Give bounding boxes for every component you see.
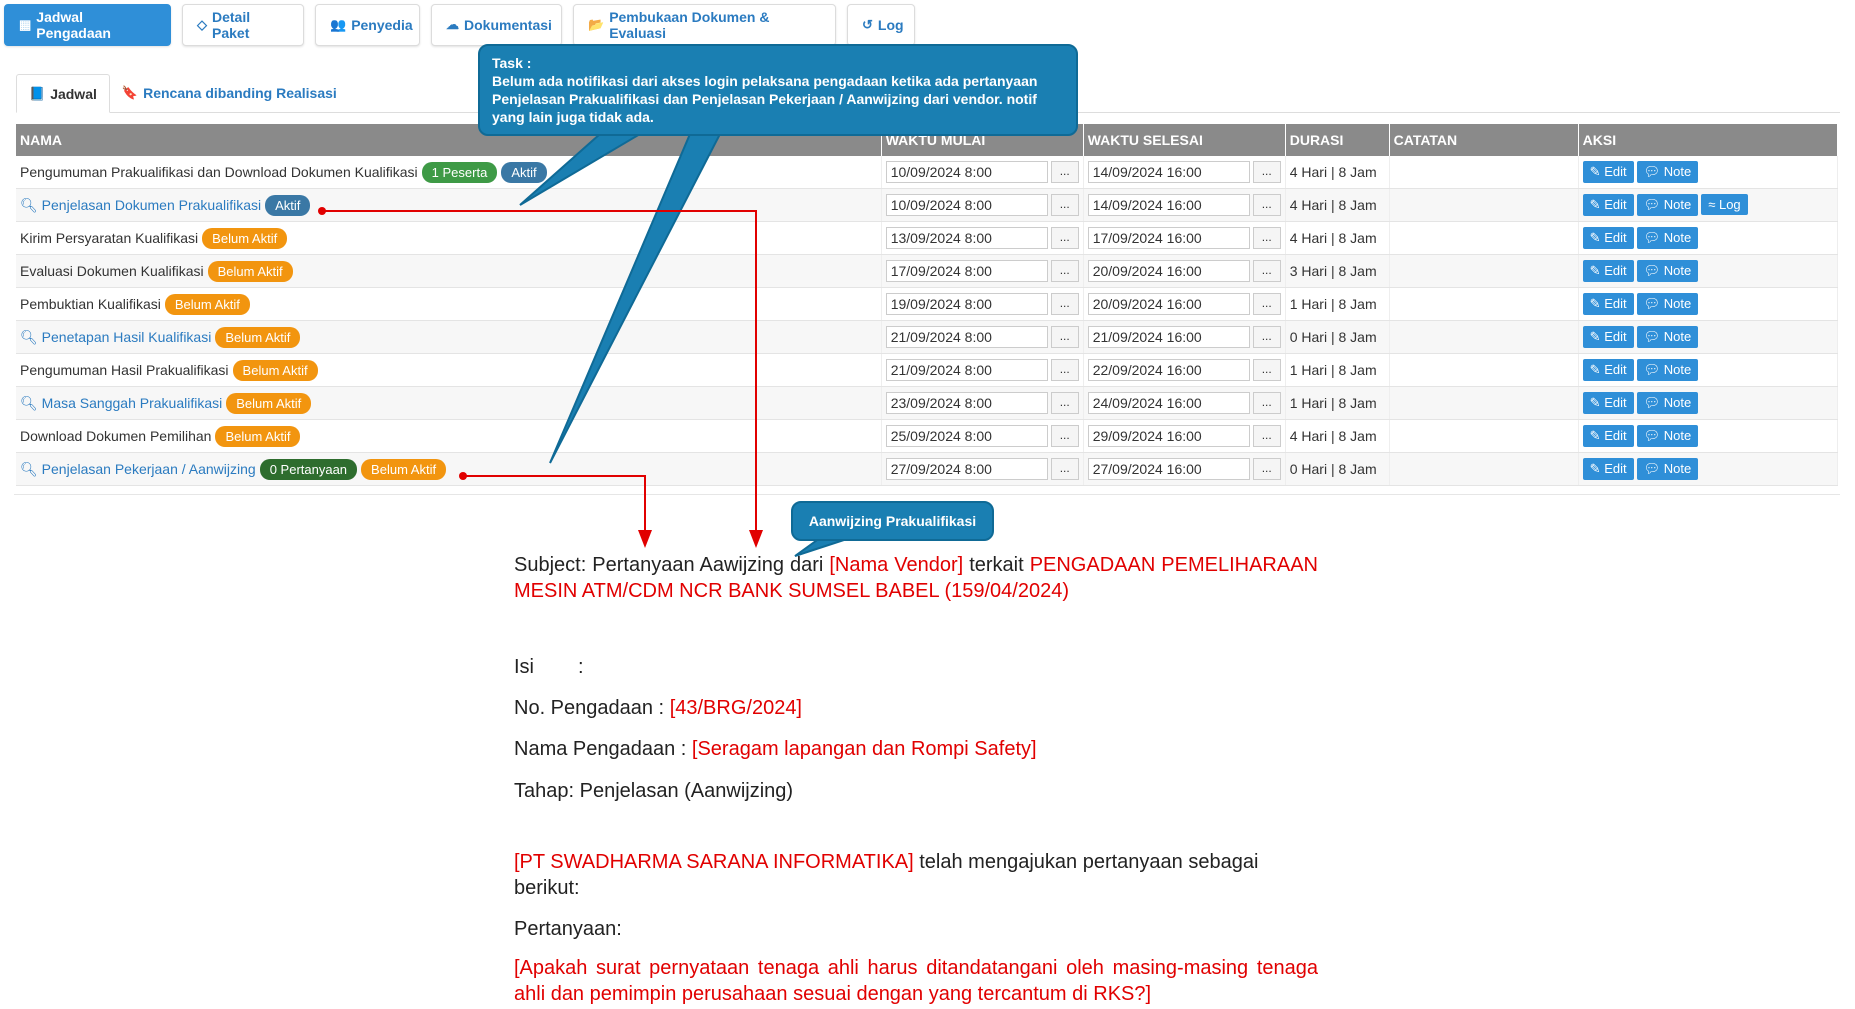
email-company-line: [PT SWADHARMA SARANA INFORMATIKA] telah …	[514, 849, 1318, 901]
isi-label: Isi	[514, 656, 534, 678]
vendor-placeholder: [Nama Vendor]	[829, 554, 964, 576]
subject-prefix: Subject: Pertanyaan Aawijzing dari	[514, 554, 830, 576]
arrow-line-prakualifikasi	[322, 210, 757, 540]
callout-pointer-upper	[519, 133, 644, 206]
arrow-head-aanwijzing	[638, 530, 652, 548]
email-no-pengadaan: No. Pengadaan : [43/BRG/2024]	[514, 695, 1318, 721]
arrow-head-prakualifikasi	[749, 530, 763, 548]
isi-colon: :	[578, 656, 584, 678]
email-isi: Isi:	[514, 654, 1318, 680]
subject-mid: terkait	[963, 554, 1030, 576]
email-question: [Apakah surat pernyataan tenaga ahli har…	[514, 957, 1318, 1005]
email-subject: Subject: Pertanyaan Aawijzing dari [Nama…	[514, 552, 1318, 604]
email-template: Subject: Pertanyaan Aawijzing dari [Nama…	[514, 552, 1318, 1007]
aanwijzing-callout: Aanwijzing Prakualifikasi	[791, 501, 994, 541]
company-name: [PT SWADHARMA SARANA INFORMATIKA]	[514, 851, 914, 873]
arrow-line-aanwijzing	[463, 475, 646, 540]
nama-label: Nama Pengadaan :	[514, 738, 692, 760]
email-nama-pengadaan: Nama Pengadaan : [Seragam lapangan dan R…	[514, 736, 1318, 762]
task-callout-body: Belum ada notifikasi dari akses login pe…	[492, 73, 1038, 125]
no-value: [43/BRG/2024]	[669, 697, 802, 719]
email-question-label: Pertanyaan:	[514, 918, 622, 940]
task-callout: Task : Belum ada notifikasi dari akses l…	[478, 44, 1078, 136]
no-label: No. Pengadaan :	[514, 697, 670, 719]
aanwijzing-callout-label: Aanwijzing Prakualifikasi	[808, 513, 977, 529]
callout-pointer-lower	[549, 133, 722, 464]
task-callout-title: Task :	[492, 55, 532, 71]
nama-value: [Seragam lapangan dan Rompi Safety]	[691, 738, 1037, 760]
email-tahap: Tahap: Penjelasan (Aanwijzing)	[514, 780, 794, 802]
